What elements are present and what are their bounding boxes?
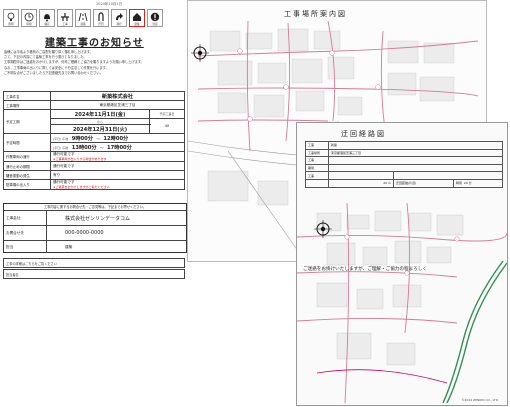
detour-distance-label: 迂回距離(片道) [393,178,454,188]
label-company: 工事会社 [4,211,47,225]
time1-start: 9時00分 [71,135,93,142]
info-icon[interactable]: 注意 [147,9,163,27]
icon-toolbar: 照明 時間 騒音 工事 道路 迂回 通行 建築 注意 [3,9,163,31]
label-stop: 通行止めの期間 [3,161,51,171]
time2-start: 13時00分 [71,144,97,151]
period-end: 2024年12月31日(火) [72,126,128,133]
project-name: 新築株式会社 [101,93,134,100]
notice-footer: 工事の詳細はこちらをご覧ください 担当者名 [3,257,185,279]
bottom-note: ご迷惑をお掛けいたしますが、ご理解・ご協力の程よろしく [303,267,427,272]
scale-text: 20 m [328,178,394,188]
detour-time: 20 分 [463,181,472,186]
time2-end: 17時00分 [107,144,132,151]
bell-icon[interactable]: 騒音 [39,9,55,27]
detour-info-table: 工事 新築 工事場所 東京都港区芝浦三丁目 工事 期間 工事 20 m 迂回距離(片… [305,141,504,188]
notice-title: 建築工事のお知らせ [45,38,144,49]
contact-header: 工事内容に関するお問合せ先・ご意見等は、下記までお寄せください。 [4,204,186,211]
label-project-name: 工事件名 [3,91,51,101]
detour-map-graphic [297,203,507,403]
detour-route-map: 迂回経路図 工事 新築 工事場所 東京都港区芝浦三丁目 工事 期間 工事 20 m … [296,122,508,406]
label-detour: 駐車場の出入り [3,179,51,190]
u-turn-icon[interactable]: 迂回 [93,9,109,27]
project-place: 東京都港区芝浦三丁目 [50,100,185,110]
construction-notice-sheet: 2024年10月1日 照明 時間 騒音 工事 道路 迂回 通行 建築 注意 建築… [0,0,190,407]
label-person: 担当 [4,241,47,253]
label-place: 工事場所 [3,100,51,110]
drill-icon[interactable]: 工事 [57,9,73,27]
house-icon[interactable]: 建築 [129,9,145,27]
period-start: 2024年11月1日(金) [74,111,126,118]
company-value: 株式会社ゼンリンデータコム [65,215,131,222]
contact-box: 工事内容に関するお問合せ先・ご意見等は、下記までお寄せください。 工事会社 株式… [3,203,187,253]
arrow-icon[interactable]: 通行 [111,9,127,27]
label-time: 予定時間 [3,133,51,152]
label-days: 予定工事日 [149,109,185,119]
notice-date: 2024年10月1日 [96,2,123,6]
label-period: 予定工期 [3,109,51,134]
tel-value: 000-0000-0000 [65,230,104,236]
clock-icon[interactable]: 時間 [21,9,37,27]
label-tel: お問合せ先 [4,226,47,240]
label-traffic: 作業車両の通行 [3,151,51,162]
detour-map-title: 迂回経路図 [341,130,386,138]
site-map-title: 工事場所案内図 [284,10,347,18]
map-copyright: ©2024 ZENRIN CO., LTD. [461,398,500,402]
days-value: 40 [149,118,185,134]
time1-end: 12時00分 [103,135,129,142]
notice-intro: 皆様には平素より格別のご高配を賜り厚く御礼申し上げます。 さて、下記の内容にて建… [4,50,144,75]
person-value: 建築 [65,244,73,249]
notice-details-table: 工事件名 新築株式会社 工事場所 東京都港区芝浦三丁目 予定工期 2024年11… [3,91,185,190]
road-icon[interactable]: 道路 [75,9,91,27]
bulb-icon[interactable]: 照明 [3,9,19,27]
label-noise: 騒音振動の発生 [3,170,51,180]
